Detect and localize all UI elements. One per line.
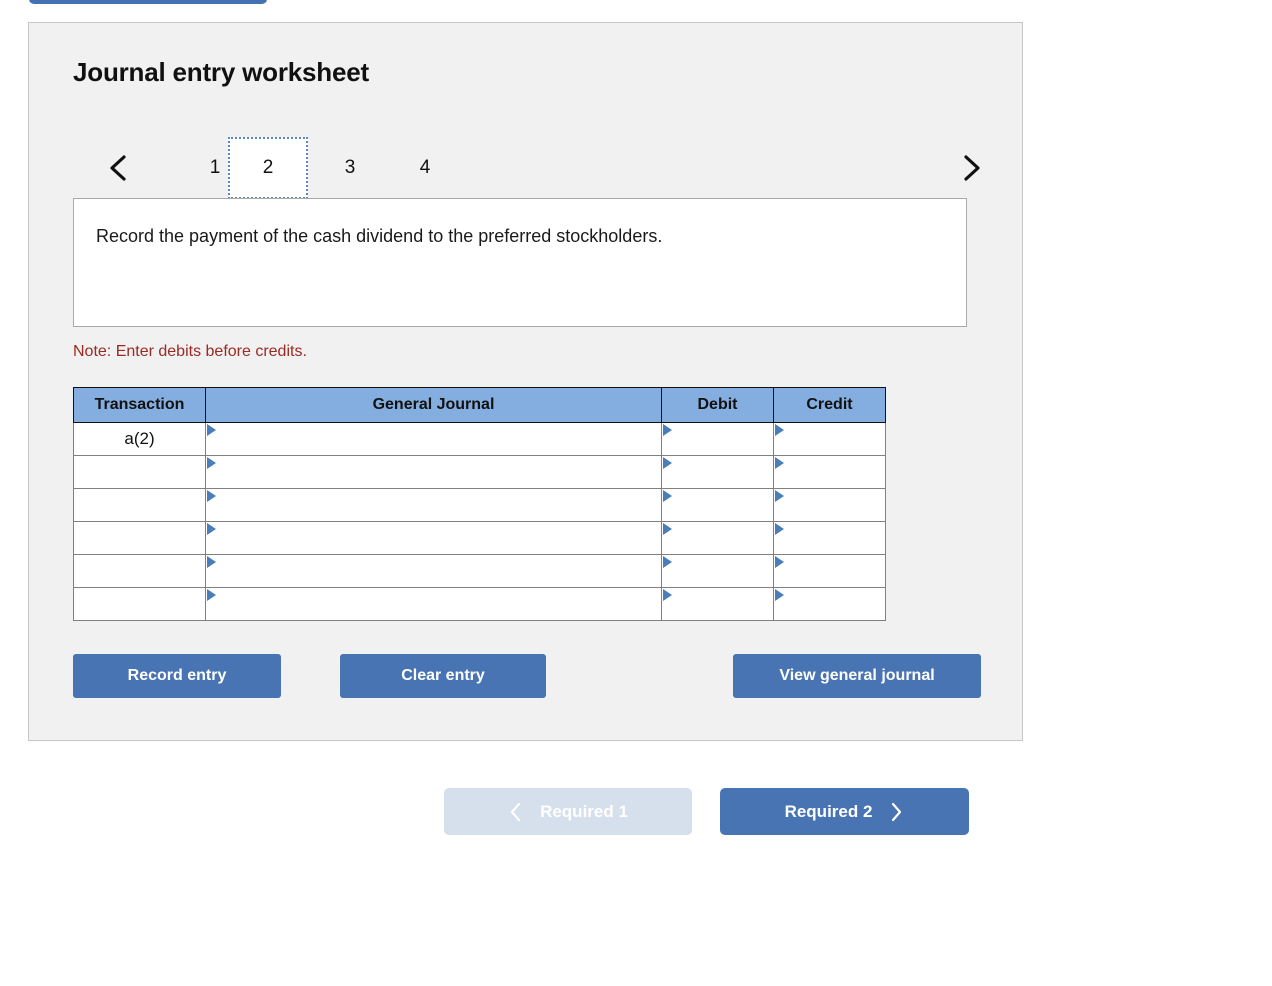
table-header-row: Transaction General Journal Debit Credit bbox=[73, 387, 886, 423]
cell-debit[interactable] bbox=[661, 488, 774, 522]
page-title: Journal entry worksheet bbox=[73, 57, 369, 87]
dropdown-triangle-icon bbox=[207, 457, 216, 469]
cut-off-blue-button[interactable] bbox=[29, 0, 267, 4]
chevron-left-icon bbox=[510, 802, 521, 821]
dropdown-triangle-icon bbox=[775, 457, 784, 469]
dropdown-triangle-icon bbox=[775, 523, 784, 535]
record-entry-button[interactable]: Record entry bbox=[73, 654, 281, 698]
table-row bbox=[73, 455, 886, 489]
cell-debit[interactable] bbox=[661, 587, 774, 621]
dropdown-triangle-icon bbox=[207, 556, 216, 568]
required-2-label: Required 2 bbox=[784, 801, 873, 821]
required-2-nav-button[interactable]: Required 2 bbox=[720, 788, 969, 835]
table-row: a(2) bbox=[73, 422, 886, 456]
dropdown-triangle-icon bbox=[207, 490, 216, 502]
cell-debit[interactable] bbox=[661, 554, 774, 588]
cell-debit[interactable] bbox=[661, 422, 774, 456]
worksheet-tab-3-label: 3 bbox=[344, 157, 356, 178]
worksheet-tab-4-label: 4 bbox=[419, 157, 431, 178]
worksheet-tab-3[interactable]: 3 bbox=[310, 137, 390, 199]
table-row bbox=[73, 554, 886, 588]
dropdown-triangle-icon bbox=[663, 457, 672, 469]
cell-general-journal[interactable] bbox=[205, 422, 662, 456]
cell-credit[interactable] bbox=[773, 587, 886, 621]
dropdown-triangle-icon bbox=[663, 589, 672, 601]
dropdown-triangle-icon bbox=[775, 556, 784, 568]
chevron-right-icon bbox=[892, 802, 902, 821]
debits-before-credits-note: Note: Enter debits before credits. bbox=[73, 343, 307, 360]
worksheet-tab-2-label: 2 bbox=[262, 157, 274, 178]
cell-general-journal[interactable] bbox=[205, 455, 662, 489]
worksheet-tab-4[interactable]: 4 bbox=[385, 137, 465, 199]
dropdown-triangle-icon bbox=[663, 424, 672, 436]
dropdown-triangle-icon bbox=[207, 523, 216, 535]
column-header-credit: Credit bbox=[773, 387, 886, 423]
cell-transaction[interactable] bbox=[73, 455, 206, 489]
dropdown-triangle-icon bbox=[663, 523, 672, 535]
cell-debit[interactable] bbox=[661, 521, 774, 555]
column-header-general-journal: General Journal bbox=[205, 387, 662, 423]
cell-credit[interactable] bbox=[773, 554, 886, 588]
clear-entry-button[interactable]: Clear entry bbox=[340, 654, 546, 698]
view-general-journal-button[interactable]: View general journal bbox=[733, 654, 981, 698]
cell-credit[interactable] bbox=[773, 488, 886, 522]
dropdown-triangle-icon bbox=[775, 589, 784, 601]
dropdown-triangle-icon bbox=[663, 490, 672, 502]
dropdown-triangle-icon bbox=[775, 424, 784, 436]
journal-entry-worksheet-panel: Journal entry worksheet 1 2 3 4 Record t… bbox=[28, 22, 1023, 741]
table-row bbox=[73, 488, 886, 522]
cell-general-journal[interactable] bbox=[205, 521, 662, 555]
cell-transaction[interactable] bbox=[73, 554, 206, 588]
cell-transaction[interactable] bbox=[73, 587, 206, 621]
cell-transaction[interactable] bbox=[73, 488, 206, 522]
entry-description-box: Record the payment of the cash dividend … bbox=[73, 198, 967, 327]
cell-transaction[interactable] bbox=[73, 521, 206, 555]
cell-credit[interactable] bbox=[773, 521, 886, 555]
cell-general-journal[interactable] bbox=[205, 488, 662, 522]
cell-general-journal[interactable] bbox=[205, 554, 662, 588]
table-row bbox=[73, 587, 886, 621]
required-1-nav-button[interactable]: Required 1 bbox=[444, 788, 692, 835]
prev-entry-chevron-left-icon[interactable] bbox=[101, 149, 135, 187]
table-row bbox=[73, 521, 886, 555]
worksheet-tab-strip: 1 2 3 4 bbox=[73, 137, 988, 199]
dropdown-triangle-icon bbox=[775, 490, 784, 502]
worksheet-tab-2[interactable]: 2 bbox=[228, 137, 308, 199]
column-header-debit: Debit bbox=[661, 387, 774, 423]
cell-general-journal[interactable] bbox=[205, 587, 662, 621]
cell-debit[interactable] bbox=[661, 455, 774, 489]
cell-transaction[interactable]: a(2) bbox=[73, 422, 206, 456]
next-entry-chevron-right-icon[interactable] bbox=[954, 149, 988, 187]
column-header-transaction: Transaction bbox=[73, 387, 206, 423]
entry-description-text: Record the payment of the cash dividend … bbox=[96, 226, 663, 246]
journal-entry-table: Transaction General Journal Debit Credit… bbox=[73, 387, 886, 621]
worksheet-tab-1-label: 1 bbox=[209, 157, 221, 178]
cell-credit[interactable] bbox=[773, 455, 886, 489]
required-1-label: Required 1 bbox=[540, 801, 628, 821]
dropdown-triangle-icon bbox=[663, 556, 672, 568]
dropdown-triangle-icon bbox=[207, 589, 216, 601]
cell-credit[interactable] bbox=[773, 422, 886, 456]
dropdown-triangle-icon bbox=[207, 424, 216, 436]
